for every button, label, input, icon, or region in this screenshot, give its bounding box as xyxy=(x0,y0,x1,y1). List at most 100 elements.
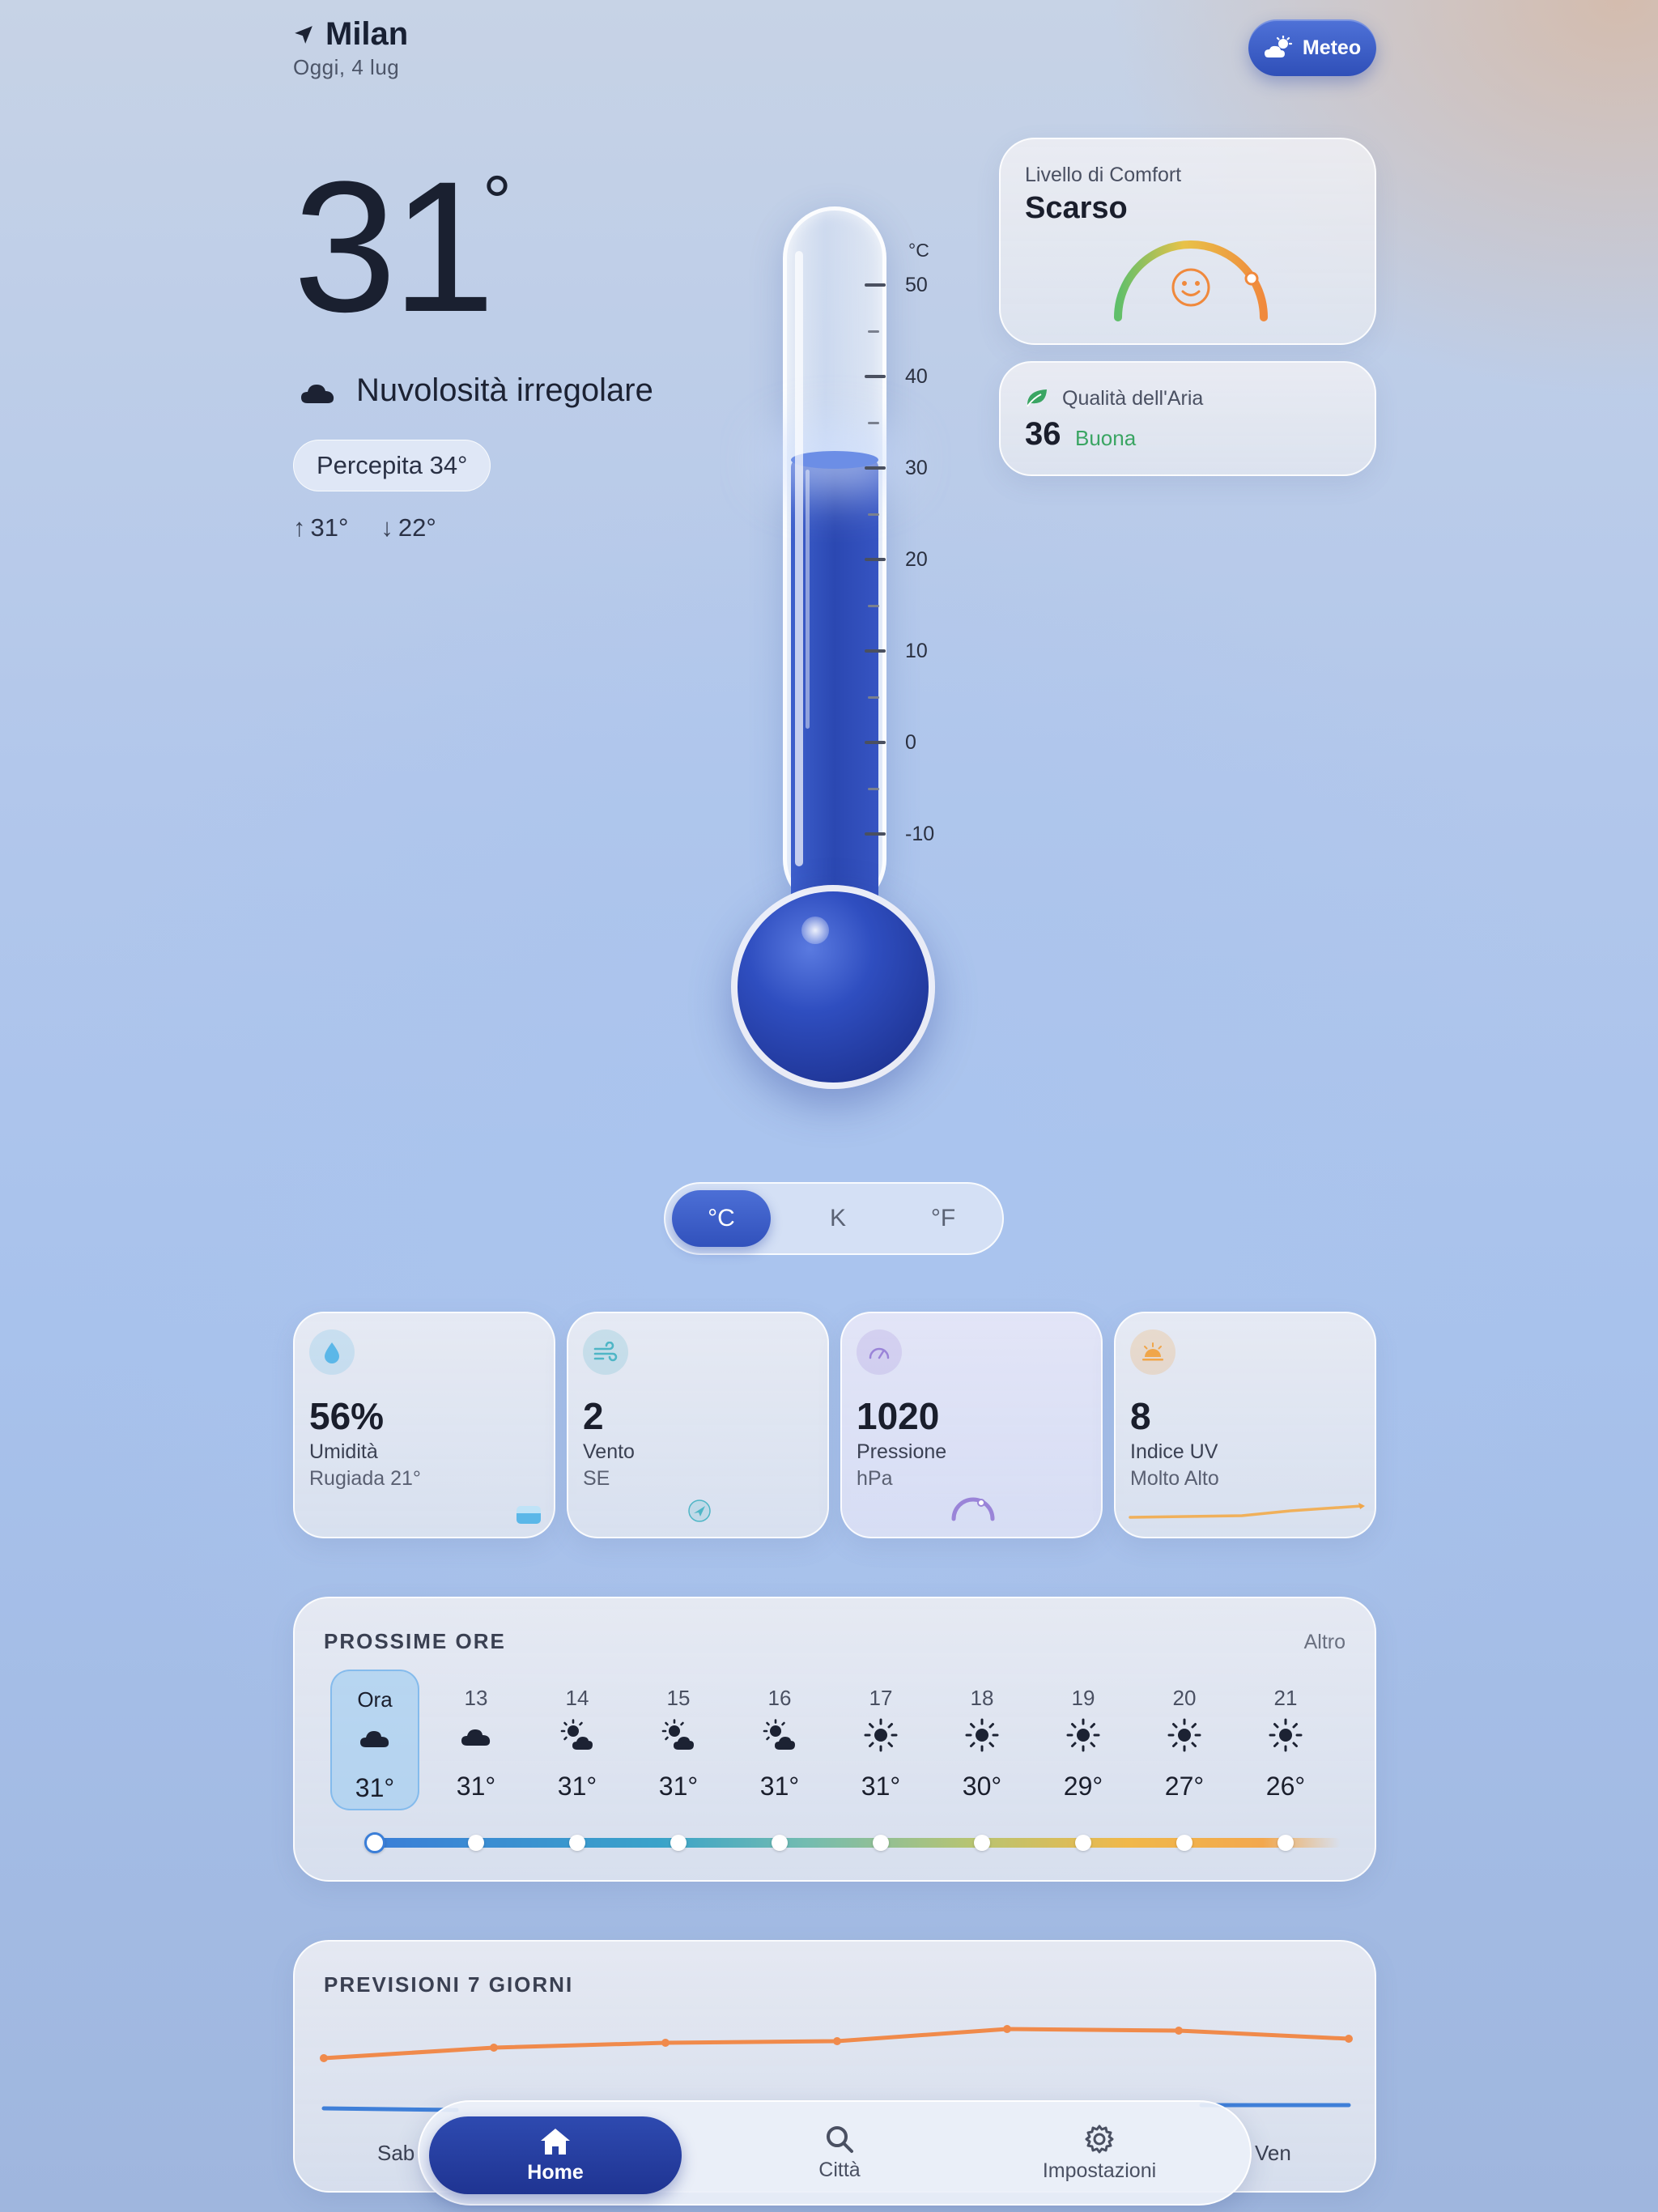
high-point xyxy=(1175,2027,1183,2035)
temperature-trend-track xyxy=(369,1838,1341,1848)
hour-label: 17 xyxy=(869,1686,893,1710)
uv-card[interactable]: 8 Indice UV Molto Alto xyxy=(1114,1312,1376,1538)
high-point xyxy=(1345,2035,1353,2043)
comfort-label: Livello di Comfort xyxy=(1025,164,1182,186)
sun-icon xyxy=(836,1715,925,1755)
scale-minor-tick xyxy=(868,787,879,790)
bulb-highlight xyxy=(801,917,829,944)
scale-minor-tick xyxy=(868,604,879,607)
hour-label: 15 xyxy=(666,1686,691,1710)
hour-temp: 31° xyxy=(759,1772,800,1801)
tab-settings[interactable]: Impostazioni xyxy=(986,2102,1213,2204)
low-temp: 22° xyxy=(397,513,436,542)
scale-minor-tick xyxy=(868,330,879,333)
hour-label: 21 xyxy=(1273,1686,1298,1710)
hour-item[interactable]: 16 31° xyxy=(735,1670,824,1810)
sun-icon xyxy=(937,1715,1027,1755)
smiley-icon xyxy=(1171,268,1210,307)
scale-unit: °C xyxy=(908,240,929,261)
hour-temp: 31° xyxy=(658,1772,699,1801)
meteo-button[interactable]: Meteo xyxy=(1248,19,1376,76)
location-header[interactable]: Milan xyxy=(293,16,408,53)
tube-highlight xyxy=(795,251,803,866)
hour-item[interactable]: 17 31° xyxy=(836,1670,925,1810)
cloud-icon xyxy=(301,384,334,403)
home-icon xyxy=(541,2128,570,2155)
gauge-icon xyxy=(857,1329,902,1375)
pressure-value: 1020 xyxy=(857,1395,940,1437)
hourly-forecast-card: PROSSIME ORE Altro Ora 31° 13 31° 14 31° 15 31°… xyxy=(293,1597,1376,1882)
sun-cloud-icon xyxy=(533,1715,622,1755)
uv-label: Indice UV xyxy=(1130,1440,1218,1463)
unit-kelvin[interactable]: K xyxy=(785,1190,891,1247)
hour-item[interactable]: 15 31° xyxy=(634,1670,723,1810)
hour-item[interactable]: 19 29° xyxy=(1039,1670,1128,1810)
scale-major-tick xyxy=(865,466,886,470)
thermometer-bulb xyxy=(731,885,935,1089)
humidity-card[interactable]: 56% Umidità Rugiada 21° xyxy=(293,1312,555,1538)
cloud-icon xyxy=(332,1716,418,1757)
tab-cities[interactable]: Città xyxy=(738,2102,941,2204)
hour-item[interactable]: 21 26° xyxy=(1241,1670,1330,1810)
trend-dot xyxy=(1278,1835,1294,1851)
scale-minor-tick xyxy=(868,421,879,424)
scale-major-tick xyxy=(865,375,886,378)
tab-settings-label: Impostazioni xyxy=(1042,2159,1157,2182)
uv-level: Molto Alto xyxy=(1130,1467,1219,1490)
pressure-label: Pressione xyxy=(857,1440,947,1463)
wind-card[interactable]: 2 Vento SE xyxy=(567,1312,829,1538)
droplet-icon xyxy=(309,1329,355,1375)
trend-dot xyxy=(772,1835,788,1851)
hour-item[interactable]: Ora 31° xyxy=(330,1670,419,1810)
meteo-button-label: Meteo xyxy=(1302,36,1362,59)
unit-fahrenheit[interactable]: °F xyxy=(891,1190,996,1247)
air-quality-card[interactable]: Qualità dell'Aria 36 Buona xyxy=(999,361,1376,476)
tab-home-label: Home xyxy=(527,2160,584,2184)
unit-celsius[interactable]: °C xyxy=(672,1190,771,1247)
hour-label: 16 xyxy=(767,1686,792,1710)
day-label-first: Sab xyxy=(377,2141,415,2165)
city-name: Milan xyxy=(325,16,409,52)
hour-item[interactable]: 13 31° xyxy=(432,1670,521,1810)
high-point xyxy=(490,2044,498,2052)
scale-label: 50 xyxy=(905,274,928,296)
high-point xyxy=(320,2054,328,2062)
hour-label: 13 xyxy=(464,1686,488,1710)
hour-label: 18 xyxy=(970,1686,994,1710)
condition-row: Nuvolosità irregolare xyxy=(300,372,653,409)
air-quality-status: Buona xyxy=(1075,426,1137,450)
trend-dot xyxy=(569,1835,585,1851)
comfort-gauge xyxy=(1114,240,1268,321)
feels-like-badge: Percepita 34° xyxy=(293,440,491,491)
hour-temp: 31° xyxy=(557,1772,597,1801)
comfort-value: Scarso xyxy=(1025,191,1128,225)
more-link[interactable]: Altro xyxy=(1304,1631,1346,1654)
hour-item[interactable]: 18 30° xyxy=(937,1670,1027,1810)
hour-label: 14 xyxy=(565,1686,589,1710)
compass-icon xyxy=(688,1499,711,1522)
trend-dot xyxy=(873,1835,889,1851)
pressure-card[interactable]: 1020 Pressione hPa xyxy=(840,1312,1103,1538)
trend-dot xyxy=(1176,1835,1192,1851)
high-low: ↑ 31° ↓ 22° xyxy=(293,513,436,542)
humidity-level-icon xyxy=(517,1506,541,1524)
hour-item[interactable]: 14 31° xyxy=(533,1670,622,1810)
arrow-up-icon: ↑ xyxy=(293,513,306,542)
tab-home[interactable]: Home xyxy=(429,2116,682,2194)
high-point xyxy=(1003,2025,1011,2033)
uv-value: 8 xyxy=(1130,1395,1151,1437)
air-quality-label: Qualità dell'Aria xyxy=(1062,387,1204,410)
scale-label: 30 xyxy=(905,457,928,479)
partly-cloudy-icon xyxy=(1264,36,1292,57)
high-point xyxy=(833,2037,841,2045)
hour-item[interactable]: 20 27° xyxy=(1140,1670,1229,1810)
comfort-card[interactable]: Livello di Comfort Scarso xyxy=(999,138,1376,345)
cloud-icon xyxy=(432,1715,521,1755)
scale-major-tick xyxy=(865,832,886,836)
hour-temp: 31° xyxy=(456,1772,496,1801)
scale-label: 20 xyxy=(905,548,928,571)
unit-toggle[interactable]: °C K °F xyxy=(664,1182,1004,1255)
weekly-low-line xyxy=(321,2106,459,2112)
scale-minor-tick xyxy=(868,696,879,699)
high-point xyxy=(661,2039,670,2047)
